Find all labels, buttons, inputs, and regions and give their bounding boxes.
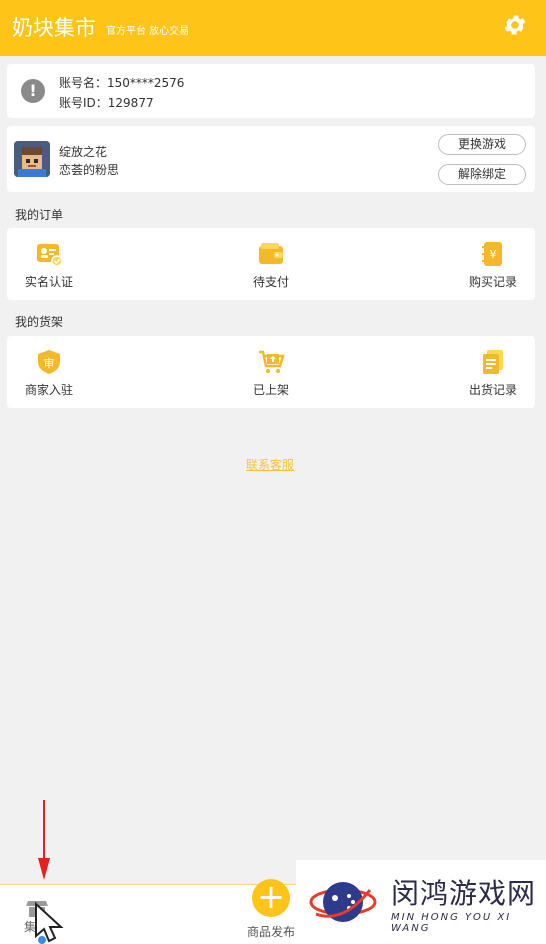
id-card-icon — [37, 244, 63, 267]
account-card: ! 账号名：150****2576 账号ID：129877 — [7, 64, 535, 118]
orders-grid: 实名认证 待支付 ¥ 购买记录 — [7, 228, 535, 300]
gamepad-logo-icon — [309, 882, 377, 922]
game-subtitle: 恋荟的粉思 — [59, 163, 120, 177]
app-header: 奶块集市 官方平台 放心交易 — [0, 0, 546, 56]
shelf-item-label: 商家入驻 — [24, 383, 73, 397]
orders-section-title: 我的订单 — [15, 208, 64, 222]
orders-item-label: 购买记录 — [468, 275, 517, 289]
orders-item-purchase-records[interactable]: ¥ 购买记录 — [443, 228, 543, 300]
merchant-badge-icon: 审 — [38, 350, 60, 374]
shelf-section-title: 我的货架 — [15, 315, 64, 329]
game-name: 绽放之花 — [59, 145, 108, 159]
shelf-item-label: 已上架 — [252, 383, 289, 397]
svg-text:¥: ¥ — [490, 248, 497, 261]
account-id: 账号ID：129877 — [59, 96, 154, 110]
account-name: 账号名：150****2576 — [59, 76, 185, 90]
game-avatar — [14, 141, 50, 177]
orders-item-label: 待支付 — [252, 275, 289, 289]
wallet-icon — [259, 243, 283, 264]
shelf-item-merchant[interactable]: 审 商家入驻 — [0, 336, 99, 408]
shelf-item-listed[interactable]: 已上架 — [221, 336, 321, 408]
red-arrow-annotation — [38, 800, 50, 880]
tab-publish-label: 商品发布 — [247, 925, 296, 939]
site-watermark: 闵鸿游戏网 MIN HONG YOU XI WANG — [296, 860, 546, 944]
alert-icon: ! — [21, 79, 45, 103]
shipment-record-icon — [483, 350, 503, 374]
contact-service-link[interactable]: 联系客服 — [246, 456, 294, 473]
unbind-button[interactable]: 解除绑定 — [438, 164, 526, 185]
watermark-cn: 闵鸿游戏网 — [391, 877, 537, 910]
shelf-item-label: 出货记录 — [468, 383, 517, 397]
yen-record-icon: ¥ — [482, 242, 502, 266]
app-title: 奶块集市 — [12, 16, 96, 40]
svg-text:审: 审 — [44, 356, 55, 370]
tab-publish[interactable]: + 商品发布 — [240, 867, 304, 944]
shelf-grid: 审 商家入驻 已上架 出货记录 — [7, 336, 535, 408]
mouse-cursor-icon — [35, 901, 64, 944]
orders-item-label: 实名认证 — [24, 275, 73, 289]
watermark-en: MIN HONG YOU XI WANG — [391, 912, 512, 934]
change-game-button[interactable]: 更换游戏 — [438, 134, 526, 155]
cart-upload-icon — [259, 350, 285, 373]
shelf-item-shipments[interactable]: 出货记录 — [443, 336, 543, 408]
orders-item-pending-payment[interactable]: 待支付 — [221, 228, 321, 300]
plus-icon: + — [252, 879, 290, 917]
bound-game-card: 绽放之花 恋荟的粉思 更换游戏 解除绑定 — [7, 126, 535, 192]
orders-item-verify[interactable]: 实名认证 — [0, 228, 99, 300]
app-slogan: 官方平台 放心交易 — [106, 26, 190, 37]
gear-icon[interactable] — [502, 12, 528, 38]
